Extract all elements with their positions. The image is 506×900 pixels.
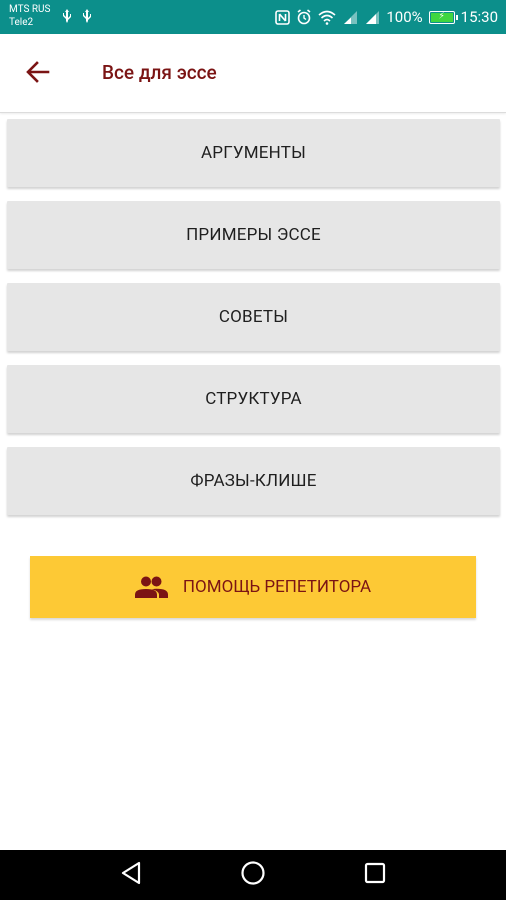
home-circle-icon (240, 860, 266, 890)
battery-charging-icon: ⚡ (428, 10, 458, 24)
nav-home-button[interactable] (231, 853, 275, 897)
nfc-icon (275, 9, 291, 25)
group-icon (134, 576, 169, 598)
charging-bolt-icon: ⚡ (438, 11, 445, 22)
menu-item-structure[interactable]: СТРУКТУРА (7, 365, 500, 433)
nav-back-button[interactable] (109, 853, 153, 897)
menu-item-arguments[interactable]: АРГУМЕНТЫ (7, 119, 500, 187)
tutor-help-button[interactable]: ПОМОЩЬ РЕПЕТИТОРА (30, 556, 476, 618)
system-nav-bar (0, 850, 506, 900)
status-bar: MTS RUS Tele2 100% ⚡ 15:30 (0, 0, 506, 34)
alarm-icon (296, 9, 312, 25)
carrier-info: MTS RUS Tele2 (9, 3, 50, 29)
nav-recents-button[interactable] (353, 853, 397, 897)
recents-square-icon (364, 862, 386, 888)
menu-list: АРГУМЕНТЫ ПРИМЕРЫ ЭССЕ СОВЕТЫ СТРУКТУРА … (7, 119, 500, 529)
app-bar: Все для эссе (0, 34, 506, 113)
status-icons: 100% ⚡ 15:30 (275, 7, 498, 27)
menu-item-cliche-phrases[interactable]: ФРАЗЫ-КЛИШЕ (7, 447, 500, 515)
back-button[interactable] (18, 56, 58, 92)
status-time: 15:30 (460, 8, 498, 26)
back-triangle-icon (120, 861, 142, 889)
menu-item-tips[interactable]: СОВЕТЫ (7, 283, 500, 351)
battery-percent: 100% (386, 8, 423, 26)
page-title: Все для эссе (102, 61, 217, 84)
signal-icon (342, 10, 358, 25)
carrier-secondary: Tele2 (9, 17, 34, 28)
menu-item-essay-examples[interactable]: ПРИМЕРЫ ЭССЕ (7, 201, 500, 269)
usb-icons (62, 9, 92, 23)
wifi-icon (318, 10, 336, 25)
signal-icon (364, 10, 380, 25)
usb-icon (82, 9, 92, 23)
carrier-primary: MTS RUS (9, 4, 51, 15)
arrow-back-icon (26, 61, 50, 87)
usb-icon (62, 9, 72, 23)
tutor-help-label: ПОМОЩЬ РЕПЕТИТОРА (182, 577, 372, 597)
